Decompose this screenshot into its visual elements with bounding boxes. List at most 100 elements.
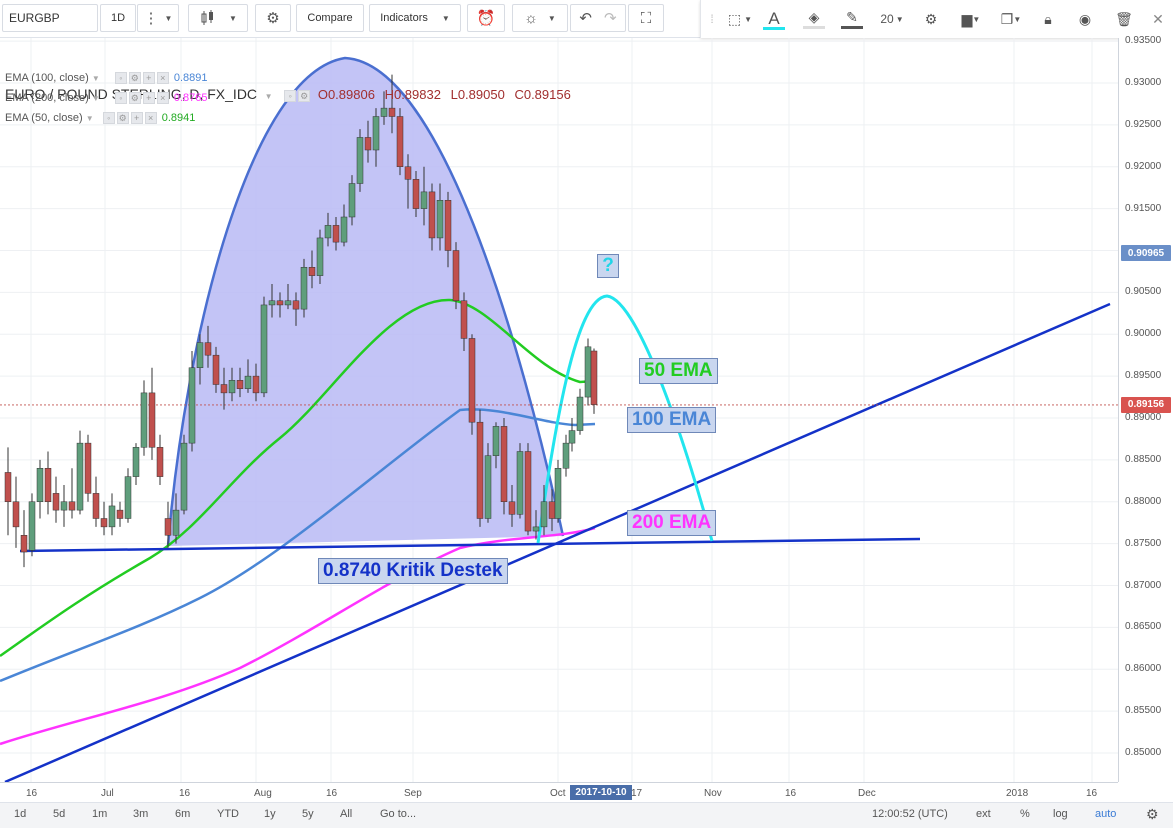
legend-ema100-row[interactable]: EMA (100, close) ▼ ◦ ⚙ + × 0.8891: [5, 72, 208, 85]
auto-toggle[interactable]: auto: [1095, 808, 1116, 820]
ema50-annotation[interactable]: 50 EMA: [639, 358, 718, 384]
candle-up: [568, 430, 576, 444]
price-tick-label: 0.92500: [1125, 118, 1162, 130]
candle-up: [532, 526, 540, 532]
gear-icon[interactable]: ⚙: [116, 112, 129, 125]
candle-up: [372, 116, 380, 151]
indicators-button[interactable]: Indicators ▼: [369, 4, 461, 32]
more-vertical-icon: ⋮: [143, 9, 159, 27]
candle-up: [140, 392, 148, 448]
gear-icon[interactable]: ⚙: [128, 92, 141, 105]
range-button-1m[interactable]: 1m: [92, 808, 107, 820]
ema200-annotation[interactable]: 200 EMA: [627, 510, 717, 536]
drawing-settings-button[interactable]: ⚙: [919, 6, 943, 32]
range-button-5d[interactable]: 5d: [53, 808, 65, 820]
template-button[interactable]: ☼ ▼: [512, 4, 568, 32]
legend-low: L0.89050: [450, 87, 505, 102]
candle-down: [332, 225, 340, 243]
drag-handle-icon[interactable]: ⁞: [707, 6, 717, 32]
log-toggle[interactable]: log: [1053, 808, 1068, 820]
ext-toggle[interactable]: ext: [976, 808, 991, 820]
price-tick-label: 0.86500: [1125, 621, 1162, 633]
range-button-ytd[interactable]: YTD: [217, 808, 239, 820]
close-icon[interactable]: ✕: [1149, 6, 1167, 32]
legend-ema50-row[interactable]: EMA (50, close) ▼ ◦ ⚙ + × 0.8941: [5, 112, 195, 125]
price-tick-label: 0.90500: [1125, 286, 1162, 298]
percent-toggle[interactable]: %: [1020, 808, 1030, 820]
time-tick-label: Dec: [858, 788, 876, 799]
time-tick-label: 16: [1086, 788, 1098, 799]
plus-icon[interactable]: +: [142, 72, 155, 85]
price-tick-label: 0.93000: [1125, 77, 1162, 88]
range-button-6m[interactable]: 6m: [175, 808, 190, 820]
gear-icon: ⚙: [266, 9, 280, 27]
lightbulb-icon: ☼: [524, 9, 538, 27]
range-button-3m[interactable]: 3m: [133, 808, 148, 820]
clone-button[interactable]: ❐ ▼: [995, 6, 1027, 32]
font-size-select[interactable]: 20 ▼: [876, 6, 908, 32]
gear-icon[interactable]: ⚙: [298, 89, 311, 102]
candle-up: [132, 447, 140, 477]
goto-button[interactable]: Go to...: [380, 808, 416, 820]
eye-icon[interactable]: ◦: [102, 112, 115, 125]
chevron-down-icon: ▼: [972, 14, 981, 24]
price-tick-label: 0.89500: [1125, 370, 1162, 382]
question-annotation[interactable]: ?: [597, 254, 619, 278]
range-button-5y[interactable]: 5y: [302, 808, 314, 820]
interval-menu-button[interactable]: ⋮ ▼: [137, 4, 179, 32]
candle-down: [100, 518, 108, 528]
candle-up: [348, 183, 356, 218]
dotted-square-icon: ⬚: [727, 10, 742, 27]
chart-style-button[interactable]: ▼: [188, 4, 248, 32]
price-tick-label: 0.91500: [1125, 202, 1162, 214]
line-style-button[interactable]: ⬚ ▼: [723, 6, 757, 32]
range-button-1y[interactable]: 1y: [264, 808, 276, 820]
hide-button[interactable]: ◉: [1073, 6, 1097, 32]
range-button-1d[interactable]: 1d: [14, 808, 26, 820]
candle-up: [316, 237, 324, 276]
close-icon[interactable]: ×: [144, 112, 157, 125]
symbol-input[interactable]: EURGBP: [2, 4, 98, 32]
indicators-label: Indicators: [380, 12, 428, 24]
line-color-button[interactable]: ✎: [839, 6, 865, 32]
candle-down: [476, 421, 484, 519]
chart-pane[interactable]: EURO / POUND STERLING, D, FX_IDC ▼ ◦⚙ O0…: [0, 38, 1118, 782]
delete-button[interactable]: 🗑︎: [1113, 6, 1135, 32]
candle-up: [300, 267, 308, 310]
candle-down: [396, 116, 404, 167]
chevron-down-icon[interactable]: ▼: [265, 92, 273, 101]
gear-icon[interactable]: ⚙: [128, 72, 141, 85]
eye-icon[interactable]: ◦: [114, 92, 127, 105]
ema100-annotation[interactable]: 100 EMA: [627, 407, 717, 433]
time-axis[interactable]: 16 Jul 16 Aug 16 Sep Oct 17 Nov 16 Dec 2018 16: [0, 782, 1118, 802]
legend-ema200-row[interactable]: EMA (200, close) ▼ ◦ ⚙ + × 0.8765: [5, 92, 208, 105]
visual-order-button[interactable]: ▆ ▼: [955, 6, 987, 32]
candle-up: [380, 107, 388, 117]
lock-button[interactable]: 🔒︎: [1037, 6, 1059, 32]
candle-down: [212, 354, 220, 385]
chart-canvas[interactable]: [0, 38, 1118, 782]
text-color-button[interactable]: A: [761, 6, 787, 32]
price-axis[interactable]: 0.935000.930000.925000.920000.915000.910…: [1118, 35, 1173, 782]
gear-icon[interactable]: ⚙: [1146, 806, 1159, 823]
undo-icon[interactable]: ↶: [579, 11, 592, 26]
compare-button[interactable]: Compare: [296, 4, 364, 32]
eye-icon[interactable]: ◦: [114, 72, 127, 85]
eye-icon[interactable]: ◦: [284, 89, 297, 102]
range-button-all[interactable]: All: [340, 808, 352, 820]
fill-color-button[interactable]: ◈: [801, 6, 827, 32]
close-icon[interactable]: ×: [156, 72, 169, 85]
price-tick-label: 0.90000: [1125, 328, 1162, 340]
alert-button[interactable]: ⏰: [467, 4, 505, 32]
support-annotation-text: 0.8740 Kritik Destek: [323, 560, 503, 581]
ema100-value: 0.8891: [173, 72, 208, 84]
support-annotation[interactable]: 0.8740 Kritik Destek: [318, 558, 508, 584]
close-icon[interactable]: ×: [156, 92, 169, 105]
plus-icon[interactable]: +: [142, 92, 155, 105]
settings-button[interactable]: ⚙: [255, 4, 291, 32]
interval-button[interactable]: 1D: [100, 4, 136, 32]
redo-icon[interactable]: ↷: [604, 11, 617, 26]
fullscreen-button[interactable]: ⛶: [628, 4, 664, 32]
candle-down: [524, 451, 532, 532]
plus-icon[interactable]: +: [130, 112, 143, 125]
